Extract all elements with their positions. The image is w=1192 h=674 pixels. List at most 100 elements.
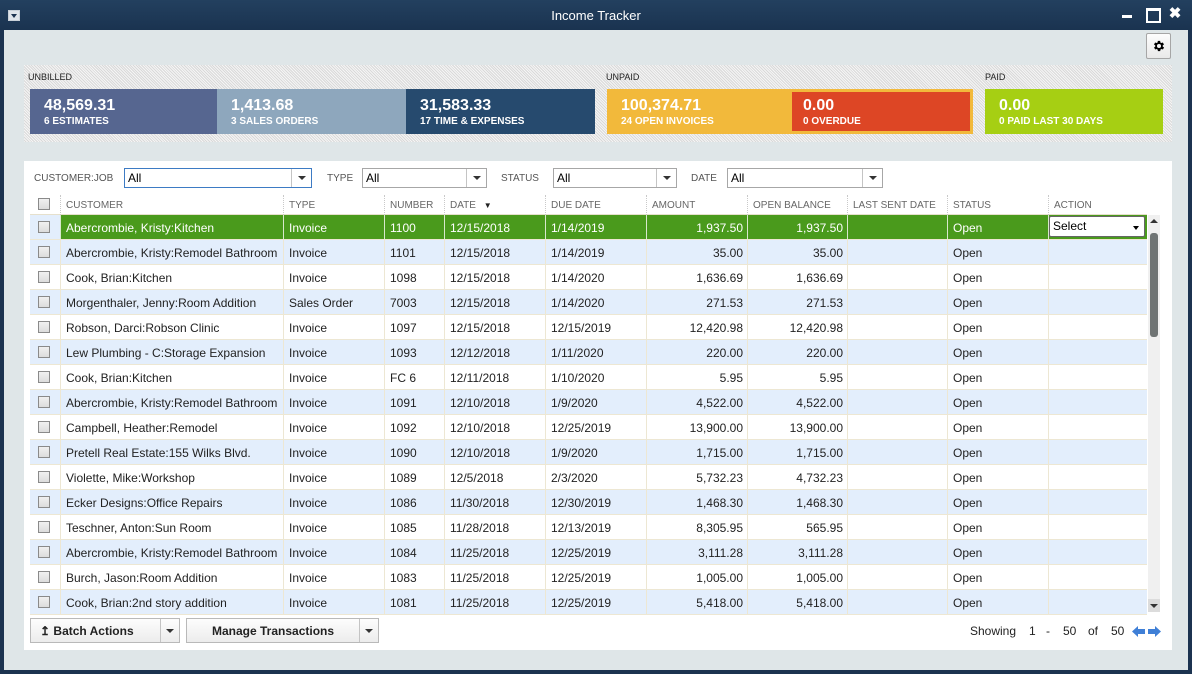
cell-due-date: 12/30/2019: [545, 490, 646, 514]
cell-action: [1048, 490, 1148, 514]
row-checkbox[interactable]: [38, 471, 50, 483]
row-checkbox[interactable]: [38, 571, 50, 583]
row-checkbox[interactable]: [38, 396, 50, 408]
open-invoices-tile[interactable]: 100,374.71 24 OPEN INVOICES: [607, 89, 789, 134]
row-checkbox[interactable]: [38, 221, 50, 233]
column-number[interactable]: NUMBER: [384, 195, 444, 215]
column-status[interactable]: STATUS: [947, 195, 1048, 215]
cell-date: 12/15/2018: [444, 290, 545, 314]
cell-amount: 13,900.00: [646, 415, 747, 439]
column-last-sent-date[interactable]: LAST SENT DATE: [847, 195, 947, 215]
manage-transactions-label: Manage Transactions: [212, 624, 335, 638]
column-customer[interactable]: CUSTOMER: [60, 195, 283, 215]
chevron-down-icon[interactable]: [160, 619, 179, 642]
cell-date: 11/25/2018: [444, 565, 545, 589]
sales-orders-tile[interactable]: 1,413.68 3 SALES ORDERS: [217, 89, 406, 134]
column-action[interactable]: ACTION: [1048, 195, 1147, 215]
date-filter[interactable]: All: [727, 168, 883, 188]
cell-number: 1090: [384, 440, 444, 464]
table-row[interactable]: Ecker Designs:Office Repairs Invoice 1086 1…: [30, 490, 1147, 515]
vertical-scrollbar[interactable]: [1148, 215, 1160, 612]
table-row[interactable]: Abercrombie, Kristy:Remodel Bathroom Invo…: [30, 390, 1147, 415]
row-checkbox[interactable]: [38, 596, 50, 608]
settings-button[interactable]: [1146, 33, 1171, 59]
scroll-down-icon[interactable]: [1148, 599, 1160, 612]
time-expenses-tile[interactable]: 31,583.33 17 TIME & EXPENSES: [406, 89, 595, 134]
table-row[interactable]: Morgenthaler, Jenny:Room Addition Sales O…: [30, 290, 1147, 315]
cell-date: 12/15/2018: [444, 265, 545, 289]
paid-tile[interactable]: 0.00 0 PAID LAST 30 DAYS: [985, 89, 1163, 134]
cell-date: 11/28/2018: [444, 515, 545, 539]
table-row[interactable]: Burch, Jason:Room Addition Invoice 1083 11/…: [30, 565, 1147, 590]
row-checkbox[interactable]: [38, 421, 50, 433]
cell-open-balance: 220.00: [747, 340, 847, 364]
scroll-up-icon[interactable]: [1148, 215, 1160, 228]
column-type[interactable]: TYPE: [283, 195, 384, 215]
column-amount[interactable]: AMOUNT: [646, 195, 747, 215]
row-checkbox[interactable]: [38, 546, 50, 558]
chevron-down-icon[interactable]: [359, 619, 378, 642]
column-open-balance[interactable]: OPEN BALANCE: [747, 195, 847, 215]
chevron-down-icon[interactable]: [862, 169, 882, 187]
batch-actions-button[interactable]: ↥ Batch Actions: [30, 618, 180, 643]
table-row[interactable]: Campbell, Heather:Remodel Invoice 1092 12/1…: [30, 415, 1147, 440]
chevron-down-icon[interactable]: [466, 169, 486, 187]
arrow-right-icon[interactable]: [1148, 626, 1161, 637]
cell-action: [1048, 590, 1148, 614]
maximize-button[interactable]: [1144, 6, 1161, 23]
table-row[interactable]: Cook, Brian:Kitchen Invoice 1098 12/15/2018…: [30, 265, 1147, 290]
minimize-button[interactable]: [1119, 6, 1135, 22]
table-row[interactable]: Abercrombie, Kristy:Remodel Bathroom Invo…: [30, 540, 1147, 565]
header-select-all[interactable]: [30, 195, 60, 215]
overdue-tile[interactable]: 0.00 0 OVERDUE: [789, 89, 973, 134]
estimates-label: 6 ESTIMATES: [44, 116, 109, 127]
row-checkbox[interactable]: [38, 496, 50, 508]
scroll-thumb[interactable]: [1150, 233, 1158, 337]
cell-date: 12/10/2018: [444, 415, 545, 439]
close-button[interactable]: ✖: [1167, 6, 1183, 22]
status-filter[interactable]: All: [553, 168, 677, 188]
select-all-checkbox[interactable]: [38, 198, 50, 210]
cell-type: Invoice: [283, 415, 384, 439]
table-row[interactable]: Robson, Darci:Robson Clinic Invoice 1097 12…: [30, 315, 1147, 340]
row-checkbox[interactable]: [38, 371, 50, 383]
cell-amount: 35.00: [646, 240, 747, 264]
type-filter[interactable]: All: [362, 168, 487, 188]
row-checkbox[interactable]: [38, 346, 50, 358]
cell-status: Open: [947, 265, 1048, 289]
chevron-down-icon[interactable]: [656, 169, 676, 187]
row-checkbox[interactable]: [38, 521, 50, 533]
row-checkbox[interactable]: [38, 246, 50, 258]
table-row[interactable]: Cook, Brian:Kitchen Invoice FC 6 12/11/2018…: [30, 365, 1147, 390]
cell-last-sent: [847, 240, 947, 264]
type-filter-label: TYPE: [327, 173, 354, 184]
row-checkbox[interactable]: [38, 296, 50, 308]
cell-customer: Morgenthaler, Jenny:Room Addition: [60, 290, 283, 314]
manage-transactions-button[interactable]: Manage Transactions: [186, 618, 379, 643]
table-row[interactable]: Pretell Real Estate:155 Wilks Blvd. Invoi…: [30, 440, 1147, 465]
cell-customer: Cook, Brian:Kitchen: [60, 265, 283, 289]
cell-open-balance: 4,732.23: [747, 465, 847, 489]
estimates-tile[interactable]: 48,569.31 6 ESTIMATES: [30, 89, 217, 134]
customer-job-filter[interactable]: All: [124, 168, 312, 188]
cell-open-balance: 1,005.00: [747, 565, 847, 589]
table-row[interactable]: Violette, Mike:Workshop Invoice 1089 12/5/2…: [30, 465, 1147, 490]
sort-desc-icon: ▼: [483, 201, 492, 210]
row-checkbox[interactable]: [38, 321, 50, 333]
row-checkbox[interactable]: [38, 446, 50, 458]
overdue-label: 0 OVERDUE: [803, 116, 861, 127]
table-row[interactable]: Lew Plumbing - C:Storage Expansion Invoic…: [30, 340, 1147, 365]
paging-from: 1: [1029, 624, 1036, 638]
table-row[interactable]: Teschner, Anton:Sun Room Invoice 1085 11/28…: [30, 515, 1147, 540]
cell-action: [1048, 440, 1148, 464]
table-row[interactable]: Abercrombie, Kristy:Remodel Bathroom Invo…: [30, 240, 1147, 265]
column-date[interactable]: DATE ▼: [444, 195, 545, 215]
cell-action: [1048, 240, 1148, 264]
chevron-down-icon[interactable]: [291, 169, 311, 187]
arrow-left-icon[interactable]: [1132, 626, 1145, 637]
column-due-date[interactable]: DUE DATE: [545, 195, 646, 215]
action-select[interactable]: Select: [1049, 216, 1145, 237]
table-row[interactable]: Abercrombie, Kristy:Kitchen Invoice 1100 12…: [30, 215, 1147, 240]
table-row[interactable]: Cook, Brian:2nd story addition Invoice 108…: [30, 590, 1147, 615]
row-checkbox[interactable]: [38, 271, 50, 283]
